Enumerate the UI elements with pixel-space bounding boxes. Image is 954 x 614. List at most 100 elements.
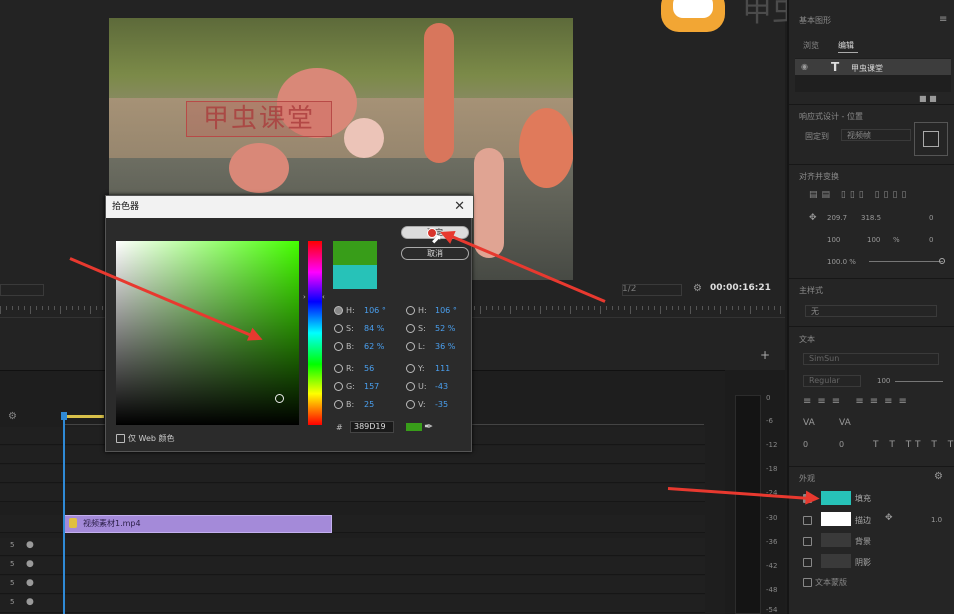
radio-rgb-b[interactable] [334,400,343,409]
anchor-rotation[interactable]: 0 [929,236,933,244]
video-track[interactable] [0,484,705,502]
stroke-checkbox[interactable] [803,516,812,525]
microphone-icon[interactable]: ● [26,540,34,550]
wrench-icon[interactable]: ⚙ [693,283,702,294]
pin-to-dropdown[interactable]: 视频帧 [841,129,911,141]
font-size-value[interactable]: 100 [877,377,890,385]
close-icon[interactable]: ✕ [454,196,465,218]
shadow-label: 阴影 [855,558,871,567]
hsb-h-value[interactable]: 106 ° [364,306,386,315]
radio-rgb-r[interactable] [334,364,343,373]
text-style-buttons[interactable]: T T TT T T [873,440,954,450]
radio-hsl-s[interactable] [406,324,415,333]
shadow-color-swatch[interactable] [821,554,851,568]
audio-track[interactable] [0,538,705,556]
align-buttons[interactable]: ▤▤ ▯▯▯ ▯▯▯▯ [809,190,910,200]
yuv-u-value[interactable]: -43 [435,382,448,391]
rotation-value[interactable]: 0 [929,214,933,222]
work-area-bar[interactable] [64,415,104,418]
add-button-icon[interactable]: + [760,348,770,362]
hue-arrow-left-icon[interactable]: › [303,293,306,301]
radio-yuv-u[interactable] [406,382,415,391]
tab-edit[interactable]: 编辑 [838,40,854,51]
opacity-value[interactable]: 100.0 % [827,258,856,266]
hsl-l-value[interactable]: 36 % [435,342,455,351]
stroke-color-swatch[interactable] [821,512,851,526]
hue-arrow-right-icon[interactable]: ‹ [322,293,325,301]
microphone-icon[interactable]: ● [26,559,34,569]
original-color-preview[interactable] [333,265,377,289]
radio-yuv-v[interactable] [406,400,415,409]
text-mask-checkbox[interactable] [803,578,812,587]
opacity-slider[interactable] [869,261,943,262]
font-style-dropdown[interactable]: Regular [803,375,861,387]
menu-icon[interactable]: ≡ [939,14,947,25]
radio-hsb-h[interactable] [334,306,343,315]
stroke-width[interactable]: 1.0 [931,516,942,524]
web-safe-swatch[interactable] [406,423,422,431]
shadow-checkbox[interactable] [803,558,812,567]
eye-icon[interactable]: ◉ [801,62,808,71]
radio-hsb-s[interactable] [334,324,343,333]
opacity-slider-handle[interactable] [939,258,945,264]
hsb-b-value[interactable]: 62 % [364,342,384,351]
microphone-icon[interactable]: ● [26,578,34,588]
ruler-tick [0,306,1,314]
kerning-value[interactable]: 0 [839,440,844,449]
microphone-icon[interactable]: ● [26,597,34,607]
radio-rgb-g[interactable] [334,382,343,391]
saturation-brightness-field[interactable] [116,241,299,425]
audio-track[interactable] [0,595,705,613]
audio-track[interactable] [0,576,705,594]
text-align-buttons[interactable]: ≡≡≡ ≡≡≡≡ [803,396,913,407]
rgb-r-value[interactable]: 56 [364,364,374,373]
web-only-checkbox[interactable] [116,434,125,443]
radio-hsl-h[interactable] [406,306,415,315]
font-dropdown[interactable]: SimSun [803,353,939,365]
ruler-tick [732,306,733,310]
add-stroke-icon[interactable]: ✥ [885,513,893,523]
ruler-tick [570,306,571,314]
video-clip[interactable]: 视频素材1.mp4 [64,515,332,533]
hsb-s-value[interactable]: 84 % [364,324,384,333]
zoom-dropdown[interactable] [0,284,44,296]
background-color-swatch[interactable] [821,533,851,547]
eyedropper-icon[interactable]: ✒ [424,420,433,433]
hsl-h-value[interactable]: 106 ° [435,306,457,315]
hsl-s-value[interactable]: 52 % [435,324,455,333]
audio-track[interactable] [0,557,705,575]
cancel-button[interactable]: 取消 [401,247,469,260]
background-checkbox[interactable] [803,537,812,546]
radio-hsb-b[interactable] [334,342,343,351]
color-cursor[interactable] [275,394,284,403]
rgb-g-value[interactable]: 157 [364,382,379,391]
ruler-tick [768,306,769,310]
tracking-value[interactable]: 0 [803,440,808,449]
new-layer-icon[interactable]: ■ ■ [919,94,937,103]
playhead-handle[interactable] [61,412,67,420]
scale-width[interactable]: 100 [827,236,840,244]
font-size-slider[interactable] [895,381,943,382]
pin-center[interactable] [923,131,939,147]
video-title-overlay[interactable]: 甲虫课堂 [186,101,332,137]
video-track[interactable] [0,465,705,483]
field-label: V: [418,400,426,409]
wrench-icon[interactable]: ⚙ [934,471,943,482]
ruler-tick [726,306,727,310]
yuv-y-value[interactable]: 111 [435,364,450,373]
hex-input[interactable]: 389D19 [350,421,394,433]
tab-browse[interactable]: 浏览 [803,40,819,51]
radio-yuv-y[interactable] [406,364,415,373]
wrench-icon[interactable]: ⚙ [8,411,17,422]
field-label: H: [418,306,427,315]
fill-color-swatch[interactable] [821,491,851,505]
radio-hsl-l[interactable] [406,342,415,351]
playhead[interactable] [63,414,65,614]
master-style-dropdown[interactable]: 无 [805,305,937,317]
pos-y[interactable]: 318.5 [861,214,881,222]
pos-x[interactable]: 209.7 [827,214,847,222]
rgb-b-value[interactable]: 25 [364,400,374,409]
scale-height[interactable]: 100 [867,236,880,244]
yuv-v-value[interactable]: -35 [435,400,448,409]
hue-slider[interactable] [308,241,322,425]
